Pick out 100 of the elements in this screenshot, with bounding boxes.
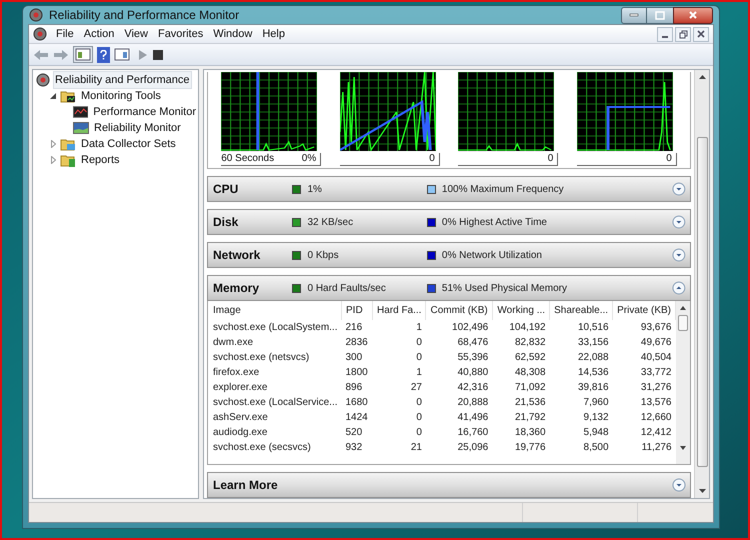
graph-caption: 60 Seconds bbox=[221, 154, 274, 164]
tree-item[interactable]: Reliability and Performance bbox=[53, 70, 192, 90]
collapsed-arrow-icon[interactable] bbox=[50, 156, 56, 164]
scrollbar[interactable] bbox=[676, 301, 690, 464]
table-cell-text: 0 bbox=[415, 351, 423, 365]
table-cell-text: 16,760 bbox=[456, 426, 490, 440]
section-header[interactable]: Network 0 Kbps 0% Network Utilization bbox=[207, 242, 691, 268]
table-cell-text: 1800 bbox=[344, 366, 369, 380]
table-cell-text: explorer.exe bbox=[212, 381, 268, 395]
menu-item[interactable]: Action bbox=[78, 26, 120, 42]
table-cell: svchost.exe (LocalSystem... bbox=[208, 320, 342, 335]
column-header[interactable]: Image bbox=[208, 301, 342, 320]
table-cell-text: 22,088 bbox=[576, 351, 610, 365]
table-cell-text: 19,776 bbox=[514, 441, 547, 455]
table-cell-text: 48,308 bbox=[514, 366, 547, 380]
column-header[interactable]: Working ... bbox=[492, 301, 550, 320]
table-cell-text: 33,156 bbox=[576, 336, 610, 350]
scroll-up-icon[interactable] bbox=[698, 75, 706, 79]
metric-text: 0% Network Utilization bbox=[442, 248, 542, 262]
section-title: CPU bbox=[212, 181, 240, 198]
table-cell: 10,516 bbox=[550, 320, 613, 335]
column-header[interactable]: PID bbox=[342, 301, 372, 320]
menu-item[interactable]: Help bbox=[257, 26, 290, 42]
minimize-icon bbox=[629, 13, 639, 17]
table-cell-text: 12,412 bbox=[640, 426, 672, 440]
table-cell-text: 0 bbox=[415, 396, 423, 410]
table-cell-text: 932 bbox=[344, 441, 364, 455]
folder-icon bbox=[60, 137, 76, 151]
scroll-thumb[interactable] bbox=[696, 137, 708, 467]
table-cell-text: 2836 bbox=[344, 336, 369, 350]
table-cell: 1 bbox=[372, 320, 426, 335]
maximize-button[interactable] bbox=[647, 6, 673, 24]
collapse-icon[interactable] bbox=[672, 281, 686, 295]
app-icon bbox=[33, 27, 47, 41]
close-button[interactable] bbox=[673, 6, 713, 24]
table-cell-text: 14,536 bbox=[576, 366, 610, 380]
graph-scale-label: 0% bbox=[302, 154, 316, 164]
table-cell-text: 300 bbox=[344, 351, 364, 365]
tree-item[interactable]: Performance Monitor bbox=[91, 102, 198, 122]
table-cell-text: 21 bbox=[410, 441, 423, 455]
column-header[interactable]: Shareable... bbox=[550, 301, 613, 320]
expand-icon[interactable] bbox=[672, 182, 686, 196]
table-cell-text: dwm.exe bbox=[212, 336, 254, 350]
table-cell-text: audiodg.exe bbox=[212, 426, 268, 440]
tree-item[interactable]: Monitoring Tools bbox=[79, 86, 163, 106]
table-cell-text: 520 bbox=[344, 426, 364, 440]
table-cell-text: svchost.exe (netsvcs) bbox=[212, 351, 310, 365]
scroll-down-icon[interactable] bbox=[698, 489, 706, 493]
menu-item[interactable]: File bbox=[51, 26, 79, 42]
show-action-pane-button[interactable] bbox=[114, 48, 130, 61]
gauge-icon bbox=[36, 73, 50, 87]
help-button[interactable] bbox=[97, 46, 110, 62]
close-button[interactable] bbox=[693, 26, 709, 42]
metric-text: 0% Highest Active Time bbox=[442, 216, 547, 230]
app-icon bbox=[29, 8, 43, 22]
scroll-thumb[interactable] bbox=[678, 315, 688, 331]
collapsed-arrow-icon[interactable] bbox=[50, 140, 56, 148]
metric-text: 0 Hard Faults/sec bbox=[307, 282, 386, 296]
table-cell-text: 25,096 bbox=[456, 441, 490, 455]
restore-button[interactable] bbox=[675, 26, 691, 42]
tree-item[interactable]: Reliability Monitor bbox=[92, 118, 183, 138]
tree-item[interactable]: Reports bbox=[79, 150, 122, 170]
show-tree-button[interactable] bbox=[73, 46, 93, 63]
section-header[interactable]: Disk 32 KB/sec 0% Highest Active Time bbox=[207, 209, 691, 235]
stop-button[interactable] bbox=[152, 48, 164, 60]
section-header[interactable]: Learn More bbox=[207, 472, 691, 498]
column-header[interactable]: Hard Fa... bbox=[372, 301, 426, 320]
scrollbar[interactable] bbox=[694, 70, 709, 498]
table-cell-text: 12,660 bbox=[640, 411, 672, 425]
table-cell-text: ashServ.exe bbox=[212, 411, 269, 425]
section-header[interactable]: CPU 1% 100% Maximum Frequency bbox=[207, 176, 691, 202]
column-header[interactable]: Commit (KB) bbox=[426, 301, 492, 320]
section-header[interactable]: Memory 0 Hard Faults/sec 51% Used Physical Memory bbox=[207, 275, 691, 301]
menu-item[interactable]: View bbox=[119, 26, 153, 42]
expand-icon[interactable] bbox=[672, 248, 686, 262]
table-cell-text: 27 bbox=[410, 381, 423, 395]
table-cell-text: 896 bbox=[344, 381, 364, 395]
menu-item[interactable]: Favorites bbox=[152, 26, 208, 42]
menu-item[interactable]: Window bbox=[208, 26, 258, 42]
scroll-up-icon[interactable] bbox=[680, 306, 686, 310]
scroll-down-icon[interactable] bbox=[680, 446, 686, 450]
section-title: Memory bbox=[212, 280, 260, 297]
expand-icon[interactable] bbox=[672, 215, 686, 229]
table-cell-text: 39,816 bbox=[576, 381, 610, 395]
table-cell-text: 1680 bbox=[344, 396, 369, 410]
tree-item[interactable]: Data Collector Sets bbox=[79, 134, 178, 154]
table-cell-text: 49,676 bbox=[640, 336, 672, 350]
section-title: Network bbox=[212, 247, 262, 264]
table-cell-text: 1 bbox=[415, 366, 423, 380]
table-cell-text: firefox.exe bbox=[212, 366, 260, 380]
expand-icon[interactable] bbox=[672, 478, 686, 492]
minimize-button[interactable] bbox=[621, 6, 647, 24]
minimize-button[interactable] bbox=[657, 26, 673, 42]
table-cell-text: 82,832 bbox=[514, 336, 547, 350]
table-cell-text: 0 bbox=[415, 336, 423, 350]
close-icon bbox=[688, 10, 698, 20]
table-cell-text: 31,276 bbox=[640, 381, 672, 395]
table-cell-text: 21,792 bbox=[514, 411, 547, 425]
expanded-arrow-icon[interactable] bbox=[50, 93, 56, 99]
table-cell-text: 21,536 bbox=[514, 396, 547, 410]
